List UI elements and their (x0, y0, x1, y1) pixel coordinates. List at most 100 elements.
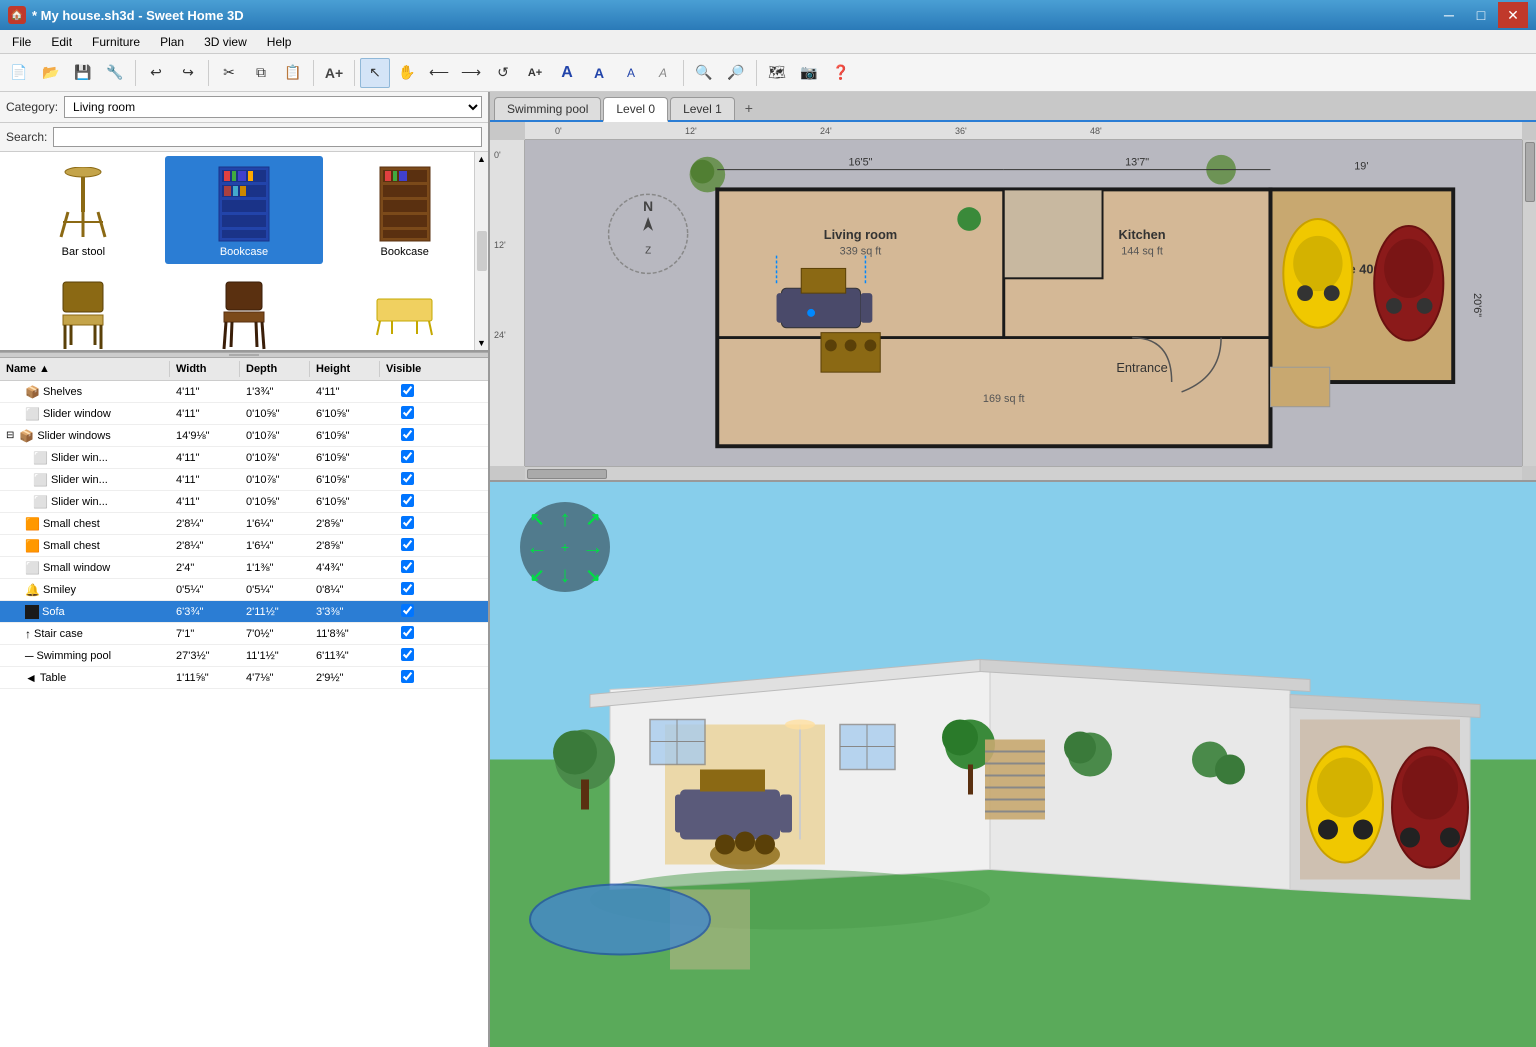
pan-tool-button[interactable]: ✋ (392, 58, 422, 88)
rotate-right-button[interactable]: ⟶ (456, 58, 486, 88)
furniture-item-bookcase2[interactable]: Bookcase (325, 156, 484, 264)
nav-down-button[interactable]: ↓ (551, 561, 579, 589)
h-scrollbar-thumb[interactable] (527, 469, 607, 479)
open-button[interactable]: 📂 (36, 58, 66, 88)
visible-check-table[interactable] (401, 670, 414, 683)
furniture-item-bookcase1[interactable]: Bookcase (165, 156, 324, 264)
maximize-button[interactable]: □ (1466, 2, 1496, 28)
menu-plan[interactable]: Plan (152, 33, 192, 51)
name-cell-slider-win-1: ⬜ Slider win... (0, 449, 170, 467)
visible-check-slider-window[interactable] (401, 406, 414, 419)
list-item-table[interactable]: ◄ Table 1'11⅝" 4'7⅛" 2'9½" (0, 667, 488, 689)
visible-check-sw2[interactable] (401, 472, 414, 485)
paste-button[interactable]: 📋 (278, 58, 308, 88)
visible-check-sc1[interactable] (401, 516, 414, 529)
search-input[interactable] (53, 127, 482, 147)
preferences-button[interactable]: 🔧 (100, 58, 130, 88)
furniture-item-chair1[interactable]: Chair (4, 266, 163, 350)
rotate-button[interactable]: ↺ (488, 58, 518, 88)
floor-plan-area[interactable]: N Z 16'5" 13'7" (525, 140, 1522, 466)
nav-up-right-button[interactable]: ↗ (579, 505, 607, 533)
header-width[interactable]: Width (170, 361, 240, 377)
nav-right-button[interactable]: → (579, 533, 607, 561)
header-depth[interactable]: Depth (240, 361, 310, 377)
height-cell-shelves: 4'11" (310, 384, 380, 400)
visible-check-shelves[interactable] (401, 384, 414, 397)
list-item-smiley[interactable]: 🔔 Smiley 0'5¼" 0'5¼" 0'8¼" (0, 579, 488, 601)
category-select[interactable]: Living room (64, 96, 482, 118)
header-visible[interactable]: Visible (380, 361, 435, 377)
plan-scrollbar-h[interactable] (525, 466, 1522, 480)
list-item-small-chest-1[interactable]: 🟧 Small chest 2'8¼" 1'6¼" 2'8⅝" (0, 513, 488, 535)
list-item-staircase[interactable]: ↑ Stair case 7'1" 7'0½" 11'8⅜" (0, 623, 488, 645)
furniture-item-coffee[interactable]: Coffee table (325, 266, 484, 350)
visible-check-swin[interactable] (401, 560, 414, 573)
list-item-small-chest-2[interactable]: 🟧 Small chest 2'8¼" 1'6¼" 2'8⅝" (0, 535, 488, 557)
visible-check-staircase[interactable] (401, 626, 414, 639)
nav-left-button[interactable]: ← (523, 533, 551, 561)
zoom-in-button[interactable]: 🔍 (689, 58, 719, 88)
list-item-slider-win-3[interactable]: ⬜ Slider win... 4'11" 0'10⅝" 6'10⅝" (0, 491, 488, 513)
visible-check-slider-windows[interactable] (401, 428, 414, 441)
add-furniture-button[interactable]: A+ (319, 58, 349, 88)
rotate-left-button[interactable]: ⟵ (424, 58, 454, 88)
plan-scrollbar-v[interactable] (1522, 140, 1536, 466)
new-button[interactable]: 📄 (4, 58, 34, 88)
close-button[interactable]: ✕ (1498, 2, 1528, 28)
navigation-controls[interactable]: ↖ ↑ ↗ ← + → ↙ ↓ ↘ (520, 502, 610, 592)
copy-button[interactable]: ⧉ (246, 58, 276, 88)
minimize-button[interactable]: ─ (1434, 2, 1464, 28)
nav-down-right-button[interactable]: ↘ (579, 561, 607, 589)
redo-button[interactable]: ↪ (173, 58, 203, 88)
text2-button[interactable]: A (552, 58, 582, 88)
menu-edit[interactable]: Edit (43, 33, 80, 51)
list-item-slider-window[interactable]: ⬜ Slider window 4'11" 0'10⅝" 6'10⅝" (0, 403, 488, 425)
text-button[interactable]: A+ (520, 58, 550, 88)
visible-check-sw1[interactable] (401, 450, 414, 463)
visible-cell-shelves (380, 382, 435, 402)
visible-check-smiley[interactable] (401, 582, 414, 595)
visible-check-sofa[interactable] (401, 604, 414, 617)
text5-button[interactable]: A (648, 58, 678, 88)
top-view-button[interactable]: 🗺 (762, 58, 792, 88)
camera-button[interactable]: 📷 (794, 58, 824, 88)
tab-level-1[interactable]: Level 1 (670, 97, 735, 120)
list-item-shelves[interactable]: 📦 Shelves 4'11" 1'3¾" 4'11" (0, 381, 488, 403)
furniture-item-chair2[interactable]: Chair (165, 266, 324, 350)
tab-level-0[interactable]: Level 0 (603, 97, 668, 122)
help-toolbar-button[interactable]: ❓ (826, 58, 856, 88)
furniture-item-barstool[interactable]: Bar stool (4, 156, 163, 264)
svg-text:Kitchen: Kitchen (1119, 227, 1166, 242)
menu-furniture[interactable]: Furniture (84, 33, 148, 51)
barstool-icon (48, 164, 118, 244)
header-name[interactable]: Name ▲ (0, 361, 170, 377)
visible-check-sc2[interactable] (401, 538, 414, 551)
v-scrollbar-thumb[interactable] (1525, 142, 1535, 202)
menu-help[interactable]: Help (259, 33, 300, 51)
nav-down-left-button[interactable]: ↙ (523, 561, 551, 589)
visible-check-pool[interactable] (401, 648, 414, 661)
zoom-out-button[interactable]: 🔎 (721, 58, 751, 88)
list-item-slider-win-1[interactable]: ⬜ Slider win... 4'11" 0'10⅞" 6'10⅝" (0, 447, 488, 469)
header-height[interactable]: Height (310, 361, 380, 377)
nav-up-button[interactable]: ↑ (551, 505, 579, 533)
list-item-sofa[interactable]: Sofa 6'3¾" 2'11½" 3'3⅜" (0, 601, 488, 623)
text4-button[interactable]: A (616, 58, 646, 88)
cut-button[interactable]: ✂ (214, 58, 244, 88)
tab-add-button[interactable]: + (737, 96, 761, 120)
nav-up-left-button[interactable]: ↖ (523, 505, 551, 533)
text3-button[interactable]: A (584, 58, 614, 88)
menu-3dview[interactable]: 3D view (196, 33, 255, 51)
undo-button[interactable]: ↩ (141, 58, 171, 88)
select-tool-button[interactable]: ↖ (360, 58, 390, 88)
save-button[interactable]: 💾 (68, 58, 98, 88)
tab-swimming-pool[interactable]: Swimming pool (494, 97, 601, 120)
list-item-swimming-pool[interactable]: ─ Swimming pool 27'3½" 11'1½" 6'11¾" (0, 645, 488, 667)
menu-file[interactable]: File (4, 33, 39, 51)
grid-scrollbar[interactable]: ▲ ▼ (474, 152, 488, 350)
list-item-small-window[interactable]: ⬜ Small window 2'4" 1'1⅜" 4'4¾" (0, 557, 488, 579)
visible-check-sw3[interactable] (401, 494, 414, 507)
list-item-slider-windows-group[interactable]: ⊟ 📦 Slider windows 14'9⅛" 0'10⅞" 6'10⅝" (0, 425, 488, 447)
list-item-slider-win-2[interactable]: ⬜ Slider win... 4'11" 0'10⅞" 6'10⅝" (0, 469, 488, 491)
nav-center-button[interactable]: + (551, 533, 579, 561)
